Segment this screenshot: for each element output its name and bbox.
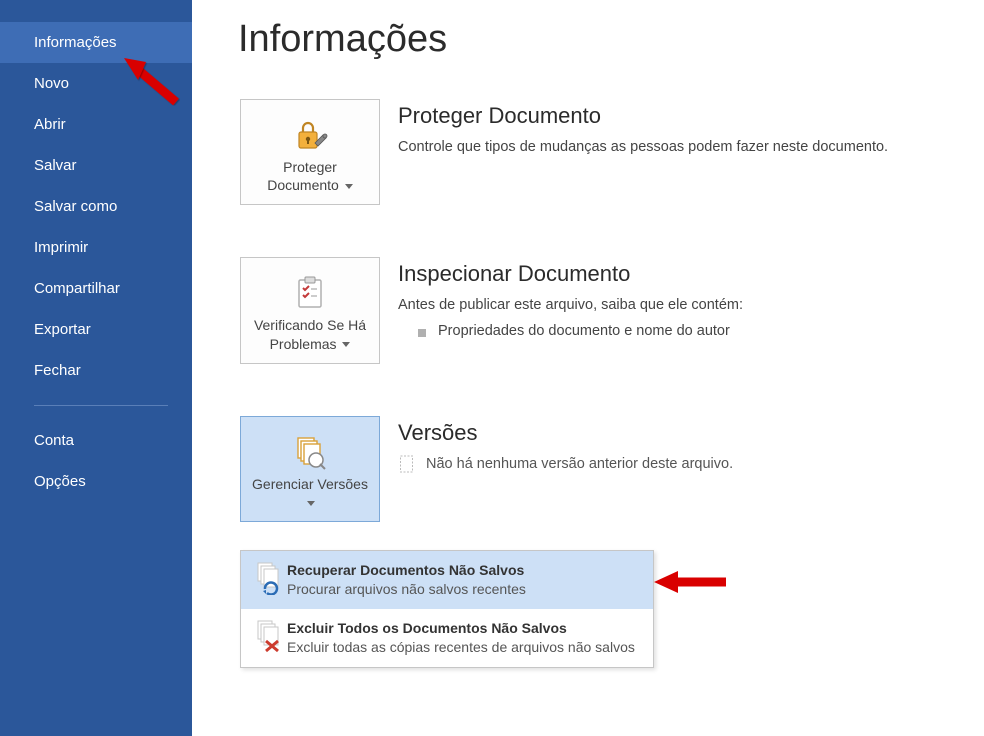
- menu-item-delete-unsaved[interactable]: Excluir Todos os Documentos Não Salvos E…: [241, 609, 653, 667]
- manage-versions-button[interactable]: Gerenciar Versões: [240, 416, 380, 522]
- sidebar-divider: [34, 405, 168, 406]
- recover-document-icon: [253, 561, 287, 595]
- inspect-desc: Antes de publicar este arquivo, saiba qu…: [398, 295, 964, 317]
- main-content: Informações Proteger Documento Proteger …: [192, 0, 984, 736]
- lock-key-icon: [247, 112, 373, 158]
- page-title: Informações: [238, 18, 964, 61]
- section-versions: Gerenciar Versões Versões Não há nenhuma…: [240, 416, 964, 522]
- sidebar-item-exportar[interactable]: Exportar: [0, 309, 192, 350]
- manage-versions-menu: Recuperar Documentos Não Salvos Procurar…: [240, 550, 654, 668]
- sidebar-item-informacoes[interactable]: Informações: [0, 22, 192, 63]
- versions-title: Versões: [398, 420, 964, 446]
- menu-delete-desc: Excluir todas as cópias recentes de arqu…: [287, 638, 641, 657]
- protect-button-label: Proteger Documento: [247, 158, 373, 194]
- chevron-down-icon: [345, 184, 353, 189]
- section-inspect: Verificando Se Há Problemas Inspecionar …: [240, 257, 964, 363]
- sidebar-item-salvar-como[interactable]: Salvar como: [0, 186, 192, 227]
- menu-delete-title: Excluir Todos os Documentos Não Salvos: [287, 619, 641, 638]
- check-issues-button[interactable]: Verificando Se Há Problemas: [240, 257, 380, 363]
- chevron-down-icon: [342, 342, 350, 347]
- sidebar-item-imprimir[interactable]: Imprimir: [0, 227, 192, 268]
- backstage-sidebar: Informações Novo Abrir Salvar Salvar com…: [0, 0, 192, 736]
- protect-desc: Controle que tipos de mudanças as pessoa…: [398, 137, 964, 159]
- inspect-bullet: Propriedades do documento e nome do auto…: [418, 323, 964, 339]
- checklist-icon: [247, 270, 373, 316]
- document-versions-icon: [247, 429, 373, 475]
- menu-item-recover-unsaved[interactable]: Recuperar Documentos Não Salvos Procurar…: [241, 551, 653, 609]
- protect-title: Proteger Documento: [398, 103, 964, 129]
- section-protect: Proteger Documento Proteger Documento Co…: [240, 99, 964, 205]
- sidebar-item-fechar[interactable]: Fechar: [0, 350, 192, 391]
- chevron-down-icon: [307, 501, 315, 506]
- sidebar-item-salvar[interactable]: Salvar: [0, 145, 192, 186]
- square-bullet-icon: [418, 329, 426, 337]
- sidebar-item-novo[interactable]: Novo: [0, 63, 192, 104]
- protect-document-button[interactable]: Proteger Documento: [240, 99, 380, 205]
- sidebar-item-conta[interactable]: Conta: [0, 420, 192, 461]
- versions-desc: Não há nenhuma versão anterior deste arq…: [398, 454, 964, 474]
- sidebar-item-compartilhar[interactable]: Compartilhar: [0, 268, 192, 309]
- check-issues-label: Verificando Se Há Problemas: [247, 316, 373, 352]
- inspect-title: Inspecionar Documento: [398, 261, 964, 287]
- manage-versions-label: Gerenciar Versões: [247, 475, 373, 511]
- sidebar-item-abrir[interactable]: Abrir: [0, 104, 192, 145]
- menu-recover-title: Recuperar Documentos Não Salvos: [287, 561, 641, 580]
- menu-recover-desc: Procurar arquivos não salvos recentes: [287, 580, 641, 599]
- sidebar-item-opcoes[interactable]: Opções: [0, 461, 192, 502]
- delete-document-icon: [253, 619, 287, 653]
